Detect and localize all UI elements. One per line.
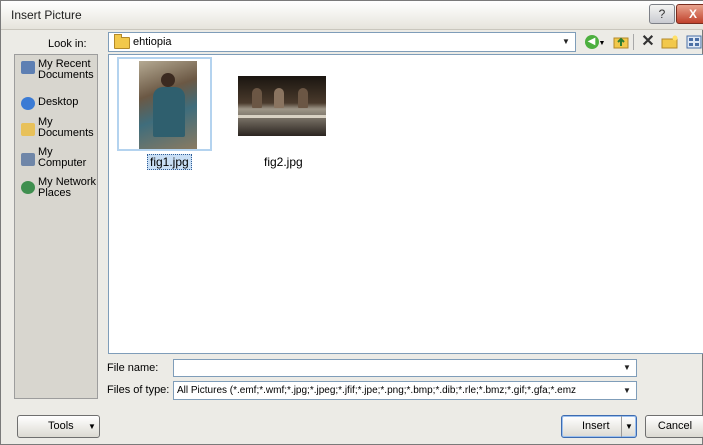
thumbnail-image <box>139 61 197 149</box>
delete-icon: ✕ <box>641 33 655 50</box>
place-network[interactable]: My Network Places <box>15 177 99 203</box>
place-recent-documents[interactable]: My Recent Documents <box>15 59 99 89</box>
chevron-down-icon: ▼ <box>88 422 96 431</box>
network-icon <box>21 181 35 194</box>
place-label: My Network Places <box>38 176 97 199</box>
places-bar: My Recent Documents Desktop My Documents… <box>14 54 98 399</box>
my-documents-icon <box>21 123 35 136</box>
insert-picture-dialog: Insert Picture ? X Look in: ehtiopia ▼ ◀… <box>0 0 703 445</box>
chevron-down-icon[interactable]: ▼ <box>559 35 573 49</box>
close-icon: X <box>688 7 697 21</box>
up-folder-button[interactable] <box>612 32 630 52</box>
insert-label: Insert <box>582 420 610 432</box>
file-name-label: File name: <box>107 362 159 374</box>
chevron-down-icon[interactable]: ▼ <box>620 361 634 375</box>
views-button[interactable] <box>684 32 703 52</box>
file-name: fig1.jpg <box>147 154 192 170</box>
close-button[interactable]: X <box>676 4 703 24</box>
back-button[interactable]: ◀ ▼ <box>582 32 608 52</box>
toolbar-separator <box>633 34 634 50</box>
look-in-label: Look in: <box>48 38 87 50</box>
desktop-icon <box>21 97 35 110</box>
place-desktop[interactable]: Desktop <box>15 95 99 111</box>
look-in-value: ehtiopia <box>133 36 172 48</box>
file-list[interactable]: fig1.jpg fig2.jpg <box>108 54 703 354</box>
back-dropdown-icon: ▼ <box>598 40 606 47</box>
place-my-computer[interactable]: My Computer <box>15 147 99 173</box>
place-label: My Recent Documents <box>38 58 94 81</box>
place-label: My Computer <box>38 146 87 169</box>
new-folder-icon <box>661 35 678 49</box>
look-in-combobox[interactable]: ehtiopia ▼ <box>108 32 576 52</box>
up-folder-icon <box>613 37 629 49</box>
folder-icon <box>114 34 130 49</box>
insert-dropdown-icon[interactable]: ▼ <box>621 416 636 437</box>
tools-label: Tools <box>48 420 74 432</box>
delete-button[interactable]: ✕ <box>639 32 657 52</box>
back-arrow-icon: ◀ <box>584 35 599 50</box>
files-of-type-select[interactable]: All Pictures (*.emf;*.wmf;*.jpg;*.jpeg;*… <box>173 381 637 400</box>
file-name: fig2.jpg <box>264 155 303 169</box>
cancel-button[interactable]: Cancel <box>645 415 703 438</box>
cancel-label: Cancel <box>657 420 693 432</box>
files-of-type-label: Files of type: <box>107 384 170 396</box>
help-icon: ? <box>658 7 666 21</box>
place-label: My Documents <box>38 116 94 139</box>
window-title: Insert Picture <box>11 8 82 22</box>
views-icon <box>686 35 702 49</box>
place-my-documents[interactable]: My Documents <box>15 117 99 143</box>
thumbnail-image <box>238 76 326 136</box>
files-of-type-value: All Pictures (*.emf;*.wmf;*.jpg;*.jpeg;*… <box>177 385 577 396</box>
title-bar[interactable]: Insert Picture ? X <box>1 1 703 30</box>
computer-icon <box>21 153 35 166</box>
help-button[interactable]: ? <box>649 4 675 24</box>
chevron-down-icon[interactable]: ▼ <box>620 384 634 398</box>
file-name-field[interactable]: ▼ <box>173 359 637 377</box>
recent-documents-icon <box>21 61 35 74</box>
new-folder-button[interactable] <box>660 32 680 52</box>
tools-button[interactable]: Tools ▼ <box>17 415 100 438</box>
place-label: Desktop <box>38 96 79 108</box>
insert-button[interactable]: Insert ▼ <box>561 415 637 438</box>
